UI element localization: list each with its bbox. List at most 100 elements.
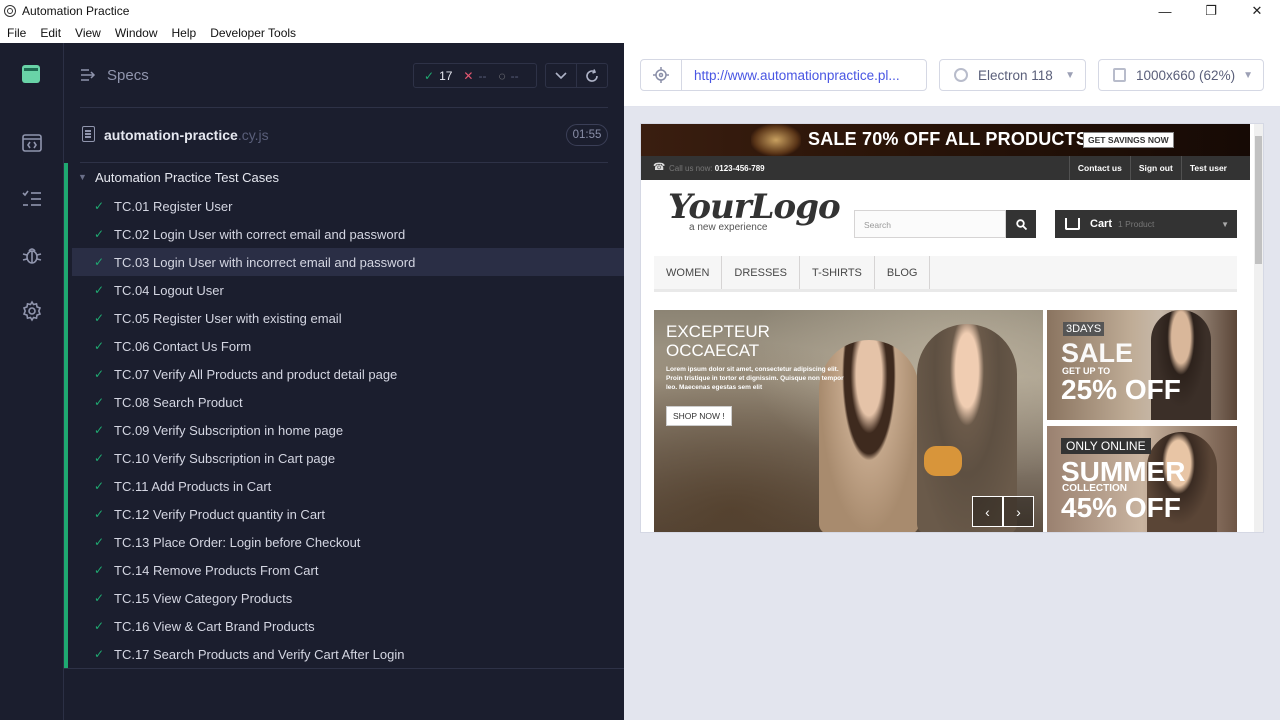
sale-banner[interactable]: 3DAYS SALE GET UP TO 25% OFF bbox=[1047, 310, 1237, 420]
specs-title: Specs bbox=[107, 67, 149, 84]
cart-dropdown[interactable]: Cart 1 Product ▼ bbox=[1055, 210, 1237, 238]
menu-window[interactable]: Window bbox=[108, 26, 165, 40]
spec-file-basename: automation-practice bbox=[104, 127, 238, 143]
menu-view[interactable]: View bbox=[68, 26, 108, 40]
check-icon: ✓ bbox=[94, 563, 105, 577]
test-row[interactable]: ✓ TC.03 Login User with incorrect email a… bbox=[72, 248, 624, 276]
caret-down-icon: ▼ bbox=[78, 172, 87, 182]
viewport-scrollbar[interactable] bbox=[1254, 124, 1263, 532]
browser-select[interactable]: Electron 118 ▼ bbox=[939, 59, 1086, 91]
test-title: TC.03 Login User with incorrect email an… bbox=[114, 254, 416, 270]
chevron-right-icon[interactable]: › bbox=[1003, 496, 1034, 527]
banner-tag: ONLY ONLINE bbox=[1061, 438, 1151, 454]
suite-pass-indicator bbox=[64, 163, 68, 668]
window-titlebar: Automation Practice — ❐ ✕ bbox=[0, 0, 1280, 22]
test-row[interactable]: ✓ TC.12 Verify Product quantity in Cart bbox=[72, 500, 624, 528]
nav-dresses[interactable]: DRESSES bbox=[722, 256, 800, 289]
test-row[interactable]: ✓ TC.09 Verify Subscription in home page bbox=[72, 416, 624, 444]
shop-now-button[interactable]: SHOP NOW ! bbox=[666, 406, 732, 426]
summer-banner[interactable]: ONLY ONLINE SUMMER COLLECTION 45% OFF bbox=[1047, 426, 1237, 532]
check-icon: ✓ bbox=[94, 339, 105, 353]
suite-title: Automation Practice Test Cases bbox=[95, 169, 280, 185]
test-row[interactable]: ✓ TC.10 Verify Subscription in Cart page bbox=[72, 444, 624, 472]
scrollbar-thumb[interactable] bbox=[1255, 136, 1262, 264]
specs-list-icon[interactable] bbox=[20, 131, 44, 155]
promo-banner[interactable]: SALE 70% OFF ALL PRODUCTS GET SAVINGS NO… bbox=[641, 124, 1250, 156]
divider bbox=[80, 107, 608, 108]
site-search-input[interactable]: Search bbox=[854, 210, 1006, 238]
logo-tagline: a new experience bbox=[689, 222, 768, 233]
minimize-button[interactable]: — bbox=[1142, 0, 1188, 22]
check-icon: ✓ bbox=[94, 535, 105, 549]
get-savings-button[interactable]: GET SAVINGS NOW bbox=[1083, 132, 1174, 148]
test-suite: ▼ Automation Practice Test Cases ✓ TC.01 … bbox=[64, 163, 624, 668]
account-link[interactable]: Test user bbox=[1180, 156, 1235, 180]
menu-help[interactable]: Help bbox=[165, 26, 204, 40]
viewport-size: 1000x660 (62%) bbox=[1136, 67, 1236, 83]
pending-count: -- bbox=[510, 68, 519, 83]
site-category-nav: WOMEN DRESSES T-SHIRTS BLOG bbox=[654, 256, 1237, 292]
suite-title-row[interactable]: ▼ Automation Practice Test Cases bbox=[78, 169, 279, 185]
test-row[interactable]: ✓ TC.04 Logout User bbox=[72, 276, 624, 304]
menu-file[interactable]: File bbox=[0, 26, 33, 40]
debug-bug-icon[interactable] bbox=[20, 243, 44, 267]
failed-x-icon: ✕ bbox=[463, 68, 474, 83]
specs-toggle-icon[interactable] bbox=[80, 67, 96, 83]
contact-us-link[interactable]: Contact us bbox=[1068, 156, 1130, 180]
window-controls: — ❐ ✕ bbox=[1142, 0, 1280, 22]
divider bbox=[64, 668, 624, 669]
spec-file-row[interactable]: automation-practice.cy.js 01:55 bbox=[64, 119, 624, 153]
banner-discount: 25% OFF bbox=[1061, 374, 1181, 405]
sign-out-link[interactable]: Sign out bbox=[1129, 156, 1181, 180]
specs-header: Specs ✓ 17 ✕ -- ◌ -- bbox=[64, 43, 624, 107]
test-title: TC.09 Verify Subscription in home page bbox=[114, 422, 344, 438]
rerun-button[interactable] bbox=[576, 63, 608, 88]
chevron-left-icon[interactable]: ‹ bbox=[972, 496, 1003, 527]
test-row[interactable]: ✓ TC.13 Place Order: Login before Checkou… bbox=[72, 528, 624, 556]
viewport-size-select[interactable]: 1000x660 (62%) ▼ bbox=[1098, 59, 1264, 91]
test-row[interactable]: ✓ TC.15 View Category Products bbox=[72, 584, 624, 612]
nav-women[interactable]: WOMEN bbox=[654, 256, 723, 289]
test-title: TC.11 Add Products in Cart bbox=[114, 478, 272, 494]
passed-check-icon: ✓ bbox=[424, 68, 435, 83]
hero-title-line2: OCCAECAT bbox=[666, 341, 760, 360]
url-bar[interactable]: http://www.automationpractice.pl... bbox=[681, 59, 927, 91]
check-icon: ✓ bbox=[94, 619, 105, 633]
test-row[interactable]: ✓ TC.01 Register User bbox=[72, 192, 624, 220]
spec-duration-badge: 01:55 bbox=[566, 124, 608, 146]
site-search-button[interactable] bbox=[1006, 210, 1036, 238]
site-info-bar: ☎ Call us now: 0123-456-789 Contact us S… bbox=[641, 156, 1250, 180]
project-logo-icon[interactable] bbox=[22, 65, 40, 83]
test-row[interactable]: ✓ TC.16 View & Cart Brand Products bbox=[72, 612, 624, 640]
site-logo[interactable]: YourLogo a new experience bbox=[668, 190, 841, 233]
close-button[interactable]: ✕ bbox=[1234, 0, 1280, 22]
menu-developer-tools[interactable]: Developer Tools bbox=[203, 26, 303, 40]
test-row[interactable]: ✓ TC.17 Search Products and Verify Cart A… bbox=[72, 640, 624, 668]
test-row[interactable]: ✓ TC.05 Register User with existing email bbox=[72, 304, 624, 332]
test-row[interactable]: ✓ TC.11 Add Products in Cart bbox=[72, 472, 624, 500]
test-row[interactable]: ✓ TC.14 Remove Products From Cart bbox=[72, 556, 624, 584]
left-nav bbox=[0, 43, 64, 720]
hero-slider[interactable]: EXCEPTEUR OCCAECAT Lorem ipsum dolor sit … bbox=[654, 310, 1043, 532]
test-row[interactable]: ✓ TC.08 Search Product bbox=[72, 388, 624, 416]
test-title: TC.13 Place Order: Login before Checkout bbox=[114, 534, 361, 550]
call-us-label: Call us now: bbox=[669, 164, 715, 173]
settings-gear-icon[interactable] bbox=[20, 299, 44, 323]
expand-collapse-button[interactable] bbox=[545, 63, 577, 88]
test-row[interactable]: ✓ TC.02 Login User with correct email and… bbox=[72, 220, 624, 248]
chevron-down-icon: ▼ bbox=[1065, 69, 1075, 81]
menu-edit[interactable]: Edit bbox=[33, 26, 68, 40]
runs-icon[interactable] bbox=[20, 187, 44, 211]
test-row[interactable]: ✓ TC.06 Contact Us Form bbox=[72, 332, 624, 360]
run-stats: ✓ 17 ✕ -- ◌ -- bbox=[413, 63, 537, 88]
aut-viewport[interactable]: SALE 70% OFF ALL PRODUCTS GET SAVINGS NO… bbox=[640, 123, 1264, 533]
nav-tshirts[interactable]: T-SHIRTS bbox=[800, 256, 875, 289]
nav-blog[interactable]: BLOG bbox=[875, 256, 931, 289]
header-links: Contact us Sign out Test user bbox=[1068, 156, 1235, 180]
selector-playground-button[interactable] bbox=[640, 59, 682, 91]
promo-model-image bbox=[751, 124, 801, 156]
aut-toolbar: http://www.automationpractice.pl... Elec… bbox=[624, 43, 1280, 107]
maximize-button[interactable]: ❐ bbox=[1188, 0, 1234, 22]
test-row[interactable]: ✓ TC.07 Verify All Products and product d… bbox=[72, 360, 624, 388]
search-icon bbox=[1015, 218, 1027, 230]
